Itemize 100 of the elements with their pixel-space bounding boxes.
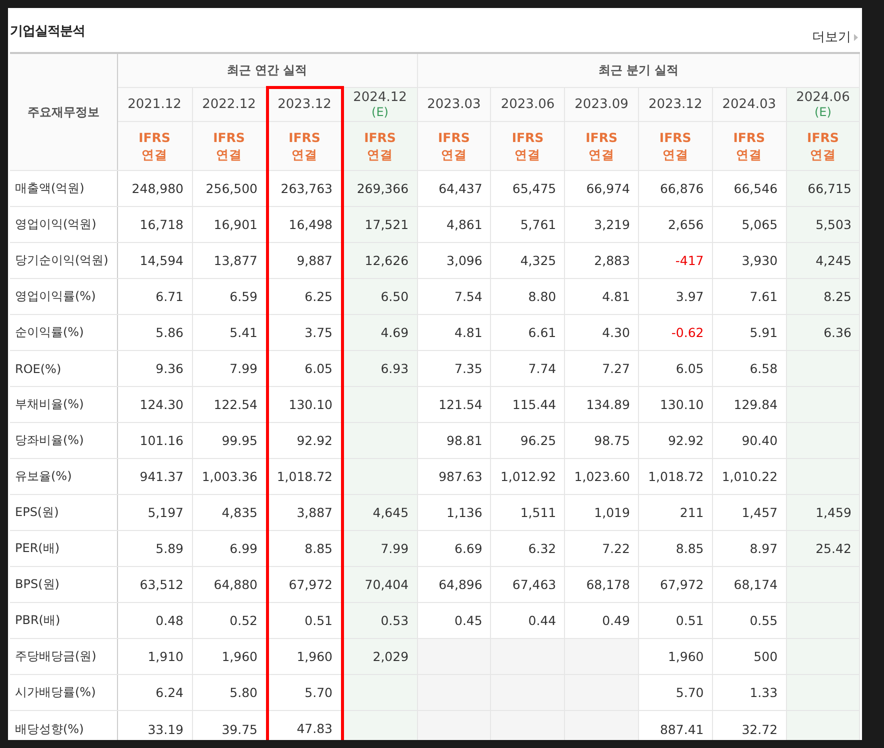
table-cell: 5,197 <box>117 494 192 530</box>
period-header: 2023.03 <box>417 88 491 122</box>
table-cell: 5.70 <box>638 674 712 710</box>
table-cell: 5,761 <box>490 206 565 242</box>
row-label: 유보율(%) <box>10 458 117 494</box>
table-cell: 3,219 <box>564 206 638 242</box>
table-cell: 6.58 <box>712 350 786 386</box>
row-label: 시가배당률(%) <box>10 674 117 710</box>
table-cell: 98.75 <box>564 422 638 458</box>
table-cell: 7.74 <box>490 350 565 386</box>
table-cell: 8.97 <box>712 530 786 566</box>
table-cell: 1,910 <box>117 638 192 674</box>
table-cell: 124.30 <box>117 386 192 422</box>
period-header: 2024.12 (E) <box>342 88 418 122</box>
table-cell: 500 <box>712 638 786 674</box>
arrow-right-icon <box>854 34 858 40</box>
table-cell: 2,029 <box>342 638 418 674</box>
header-cell: 최근 분기 실적 <box>417 53 860 88</box>
table-cell: 5.86 <box>117 314 192 350</box>
period-header: 2023.12 <box>638 88 712 122</box>
basis-label: IFRS 연결 <box>417 122 491 170</box>
row-label: PBR(배) <box>10 602 117 638</box>
table-cell: 269,366 <box>342 170 418 206</box>
table-cell: 6.24 <box>117 674 192 710</box>
table-cell: 130.10 <box>638 386 712 422</box>
table-cell: 6.93 <box>342 350 418 386</box>
period-header: 2024.06 (E) <box>786 88 860 122</box>
table-cell: 5,065 <box>712 206 786 242</box>
basis-label: IFRS 연결 <box>490 122 565 170</box>
table-cell: 0.51 <box>638 602 712 638</box>
table-cell: 7.22 <box>564 530 638 566</box>
period-header: 2022.12 <box>192 88 267 122</box>
table-cell: 1,960 <box>638 638 712 674</box>
period-header: 2024.03 <box>712 88 786 122</box>
table-cell: 0.53 <box>342 602 418 638</box>
more-link[interactable]: 더보기 <box>812 28 858 46</box>
header-cell: 주요재무정보 <box>10 53 117 170</box>
table-cell: 1,019 <box>564 494 638 530</box>
table-cell: 6.61 <box>490 314 565 350</box>
row-label: 주당배당금(원) <box>10 638 117 674</box>
basis-label: IFRS 연결 <box>117 122 192 170</box>
table-cell: 1,459 <box>786 494 860 530</box>
period-header: 2021.12 <box>117 88 192 122</box>
table-cell: 1,511 <box>490 494 565 530</box>
basis-label: IFRS 연결 <box>267 122 342 170</box>
table-cell: 3,096 <box>417 242 491 278</box>
header-cell: 최근 연간 실적 <box>117 53 418 88</box>
table-cell: 63,512 <box>117 566 192 602</box>
table-cell: 121.54 <box>417 386 491 422</box>
table-cell: 248,980 <box>117 170 192 206</box>
row-label: BPS(원) <box>10 566 117 602</box>
row-label: 부채비율(%) <box>10 386 117 422</box>
table-cell: 987.63 <box>417 458 491 494</box>
table-cell: 65,475 <box>490 170 565 206</box>
table-cell: 211 <box>638 494 712 530</box>
basis-label: IFRS 연결 <box>192 122 267 170</box>
table-cell: 1,018.72 <box>638 458 712 494</box>
table-cell: 12,626 <box>342 242 418 278</box>
row-label: 당기순이익(억원) <box>10 242 117 278</box>
table-cell: 3.97 <box>638 278 712 314</box>
table-cell: 1.33 <box>712 674 786 710</box>
table-cell: 0.55 <box>712 602 786 638</box>
period-header: 2023.06 <box>490 88 565 122</box>
table-cell: 66,876 <box>638 170 712 206</box>
table-cell: 6.05 <box>638 350 712 386</box>
period-header: 2023.09 <box>564 88 638 122</box>
table-cell: 7.35 <box>417 350 491 386</box>
table-cell: 7.99 <box>342 530 418 566</box>
period-header: 2023.12 <box>267 88 342 122</box>
table-cell: 70,404 <box>342 566 418 602</box>
table-cell: 2,656 <box>638 206 712 242</box>
table-cell: 67,463 <box>490 566 565 602</box>
row-label: 배당성향(%) <box>10 710 117 740</box>
table-cell: 92.92 <box>638 422 712 458</box>
table-cell: 129.84 <box>712 386 786 422</box>
table-cell: 0.48 <box>117 602 192 638</box>
table-cell: 5.89 <box>117 530 192 566</box>
table-cell: 1,136 <box>417 494 491 530</box>
row-label: EPS(원) <box>10 494 117 530</box>
table-cell: -417 <box>638 242 712 278</box>
table-cell: 66,715 <box>786 170 860 206</box>
table-cell: 5,503 <box>786 206 860 242</box>
basis-label: IFRS 연결 <box>638 122 712 170</box>
table-cell: 4.69 <box>342 314 418 350</box>
row-label: 영업이익(억원) <box>10 206 117 242</box>
table-cell: 4,645 <box>342 494 418 530</box>
row-label: ROE(%) <box>10 350 117 386</box>
table-cell: 134.89 <box>564 386 638 422</box>
table-cell: 8.80 <box>490 278 565 314</box>
row-label: 순이익률(%) <box>10 314 117 350</box>
table-cell: 68,178 <box>564 566 638 602</box>
table-cell: 68,174 <box>712 566 786 602</box>
row-label: PER(배) <box>10 530 117 566</box>
row-label: 매출액(억원) <box>10 170 117 206</box>
table-cell: 7.27 <box>564 350 638 386</box>
table-cell: 67,972 <box>638 566 712 602</box>
table-cell: 4,861 <box>417 206 491 242</box>
basis-label: IFRS 연결 <box>564 122 638 170</box>
table-cell: 4.81 <box>417 314 491 350</box>
table-cell: 115.44 <box>490 386 565 422</box>
